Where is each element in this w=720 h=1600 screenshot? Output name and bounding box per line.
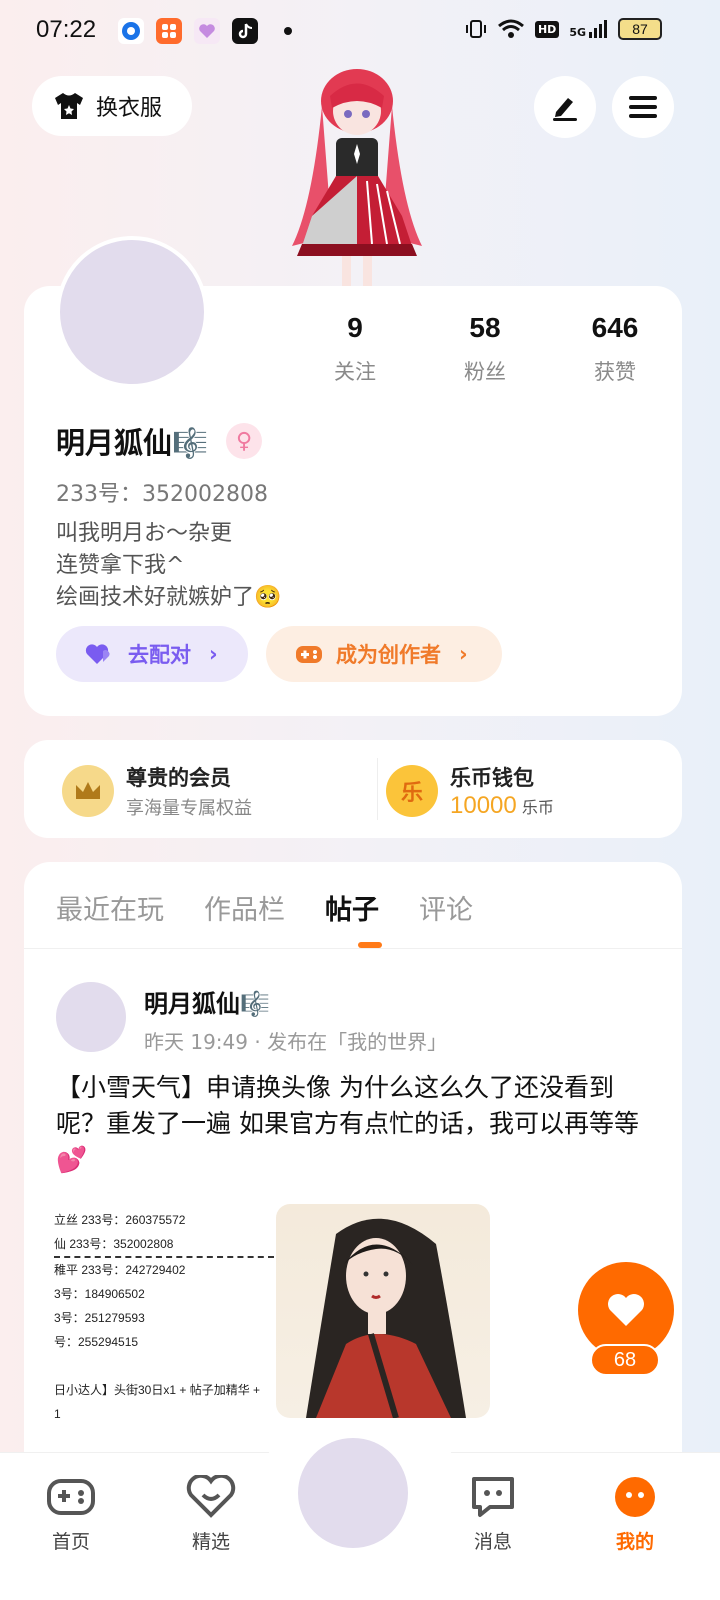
vip-member-entry[interactable]: 尊贵的会员 享海量专属权益 xyxy=(62,762,252,820)
image-text-line: 日小达人】头街30日x1 + 帖子加精华 + xyxy=(54,1383,261,1397)
notification-dot-icon xyxy=(284,27,292,35)
bio-line: 叫我明月お～杂更 xyxy=(56,521,233,546)
tiktok-app-icon xyxy=(232,18,258,44)
wallet-title: 乐币钱包 xyxy=(450,766,534,790)
hd-badge: HD xyxy=(534,20,560,38)
stat-label: 粉丝 xyxy=(464,360,506,384)
stat-label: 关注 xyxy=(334,360,376,384)
image-text-line: 立丝 233号：260375572 xyxy=(54,1213,186,1227)
shop-app-icon xyxy=(156,18,182,44)
post-image-screenshot[interactable]: 立丝 233号：260375572 仙 233号：352002808 稚平 23… xyxy=(54,1208,274,1426)
status-bar: 07:22 HD 5G 87 xyxy=(0,0,720,64)
menu-button[interactable] xyxy=(612,76,674,138)
nav-featured[interactable]: 精选 xyxy=(166,1473,256,1554)
status-indicators: HD 5G 87 xyxy=(465,18,662,40)
change-outfit-button[interactable]: 换衣服 xyxy=(32,76,192,136)
nav-home[interactable]: 首页 xyxy=(26,1475,116,1554)
image-text-line: 1 xyxy=(54,1407,61,1421)
match-button[interactable]: 去配对 › xyxy=(56,626,248,682)
chevron-right-icon: › xyxy=(209,642,218,666)
tab-works[interactable]: 作品栏 xyxy=(204,888,285,927)
wallet-entry[interactable]: 乐 乐币钱包 10000 乐币 xyxy=(386,762,554,820)
pen-icon xyxy=(553,98,577,121)
stat-value: 58 xyxy=(469,312,501,343)
browser-app-icon xyxy=(118,18,144,44)
tab-recently-played[interactable]: 最近在玩 xyxy=(56,888,164,927)
tab-comments[interactable]: 评论 xyxy=(419,888,473,927)
like-count: 68 xyxy=(590,1344,660,1376)
nav-home-label: 首页 xyxy=(51,1531,90,1553)
heart-app-icon xyxy=(194,18,220,44)
image-text-line: 仙 233号：352002808 xyxy=(54,1232,274,1258)
status-time: 07:22 xyxy=(36,16,97,43)
profile-avatar[interactable] xyxy=(56,236,208,388)
stat-value: 646 xyxy=(591,312,639,343)
stat-followers[interactable]: 58 粉丝 xyxy=(420,312,550,386)
stat-label: 获赞 xyxy=(594,360,636,384)
wallet-unit: 乐币 xyxy=(521,798,554,817)
wifi-icon xyxy=(498,19,524,38)
post-meta: 昨天 19:49 · 发布在「我的世界」 xyxy=(144,1030,448,1054)
signal-indicator: 5G xyxy=(569,19,608,39)
image-text-line: 稚平 233号：242729402 xyxy=(54,1263,186,1277)
profile-tabs: 最近在玩 作品栏 帖子 评论 xyxy=(56,888,473,927)
avatar-character[interactable] xyxy=(272,66,442,286)
vip-member-title: 尊贵的会员 xyxy=(126,766,231,790)
chat-icon xyxy=(472,1477,514,1517)
status-app-icons xyxy=(118,18,292,44)
gamepad-icon xyxy=(296,646,322,663)
wallet-amount: 10000 xyxy=(450,792,517,819)
match-label: 去配对 xyxy=(128,643,191,667)
image-text-line: 3号：184906502 xyxy=(54,1287,145,1301)
nav-center-avatar-button[interactable] xyxy=(298,1438,408,1548)
nav-messages[interactable]: 消息 xyxy=(448,1475,538,1554)
tabs-divider xyxy=(24,948,682,949)
shirt-icon xyxy=(55,93,83,119)
profile-name-row: 明月狐仙🎼 ♀ xyxy=(56,420,263,462)
vibrate-icon xyxy=(465,20,486,38)
image-text-line: 号：255294515 xyxy=(54,1335,139,1349)
coin-icon: 乐 xyxy=(386,765,438,817)
nav-mine-label: 我的 xyxy=(615,1531,654,1553)
bio-line: 连赞拿下我^ xyxy=(56,553,185,578)
signal-bars-icon xyxy=(589,20,607,38)
post-image-portrait[interactable] xyxy=(276,1204,490,1418)
gamepad-icon xyxy=(47,1479,95,1515)
nav-featured-label: 精选 xyxy=(191,1531,230,1553)
image-text-line: 3号：251279593 xyxy=(54,1311,145,1325)
battery-indicator: 87 xyxy=(618,18,662,40)
nav-mine[interactable]: 我的 xyxy=(590,1475,680,1554)
become-creator-button[interactable]: 成为创作者 › xyxy=(266,626,502,682)
stat-following[interactable]: 9 关注 xyxy=(290,312,420,386)
nav-messages-label: 消息 xyxy=(473,1531,512,1553)
bio-line: 绘画技术好就嫉妒了🥺 xyxy=(56,585,282,610)
hearts-icon xyxy=(85,644,110,664)
feed-card: 最近在玩 作品栏 帖子 评论 明月狐仙🎼 昨天 19:49 · 发布在「我的世界… xyxy=(24,862,682,1482)
heart-icon xyxy=(608,1294,644,1326)
chevron-right-icon: › xyxy=(459,642,468,666)
profile-face-icon xyxy=(615,1477,655,1517)
edit-profile-button[interactable] xyxy=(534,76,596,138)
wallet-balance: 10000 乐币 xyxy=(450,792,554,820)
benefits-card: 尊贵的会员 享海量专属权益 乐 乐币钱包 10000 乐币 xyxy=(24,740,682,838)
heart-shield-icon xyxy=(186,1473,236,1518)
post-author-name[interactable]: 明月狐仙🎼 xyxy=(144,984,270,1019)
tab-posts[interactable]: 帖子 xyxy=(325,888,379,927)
crown-icon xyxy=(62,765,114,817)
female-icon: ♀ xyxy=(226,423,263,459)
divider xyxy=(377,758,378,820)
menu-icon xyxy=(629,96,657,118)
vip-member-subtitle: 享海量专属权益 xyxy=(126,798,252,819)
post-text[interactable]: 【小雪天气】申请换头像 为什么这么久了还没看到呢？重发了一遍 如果官方有点忙的话… xyxy=(56,1070,656,1178)
stat-likes[interactable]: 646 获赞 xyxy=(550,312,680,386)
profile-name: 明月狐仙🎼 xyxy=(56,426,209,460)
profile-stats: 9 关注 58 粉丝 646 获赞 xyxy=(290,312,680,386)
post-author-avatar[interactable] xyxy=(56,982,126,1052)
creator-label: 成为创作者 xyxy=(336,643,441,667)
profile-uid: 233号：352002808 xyxy=(56,482,268,507)
change-outfit-label: 换衣服 xyxy=(96,96,163,121)
profile-bio: 叫我明月お～杂更 连赞拿下我^ 绘画技术好就嫉妒了🥺 xyxy=(56,518,281,614)
stat-value: 9 xyxy=(347,312,363,343)
